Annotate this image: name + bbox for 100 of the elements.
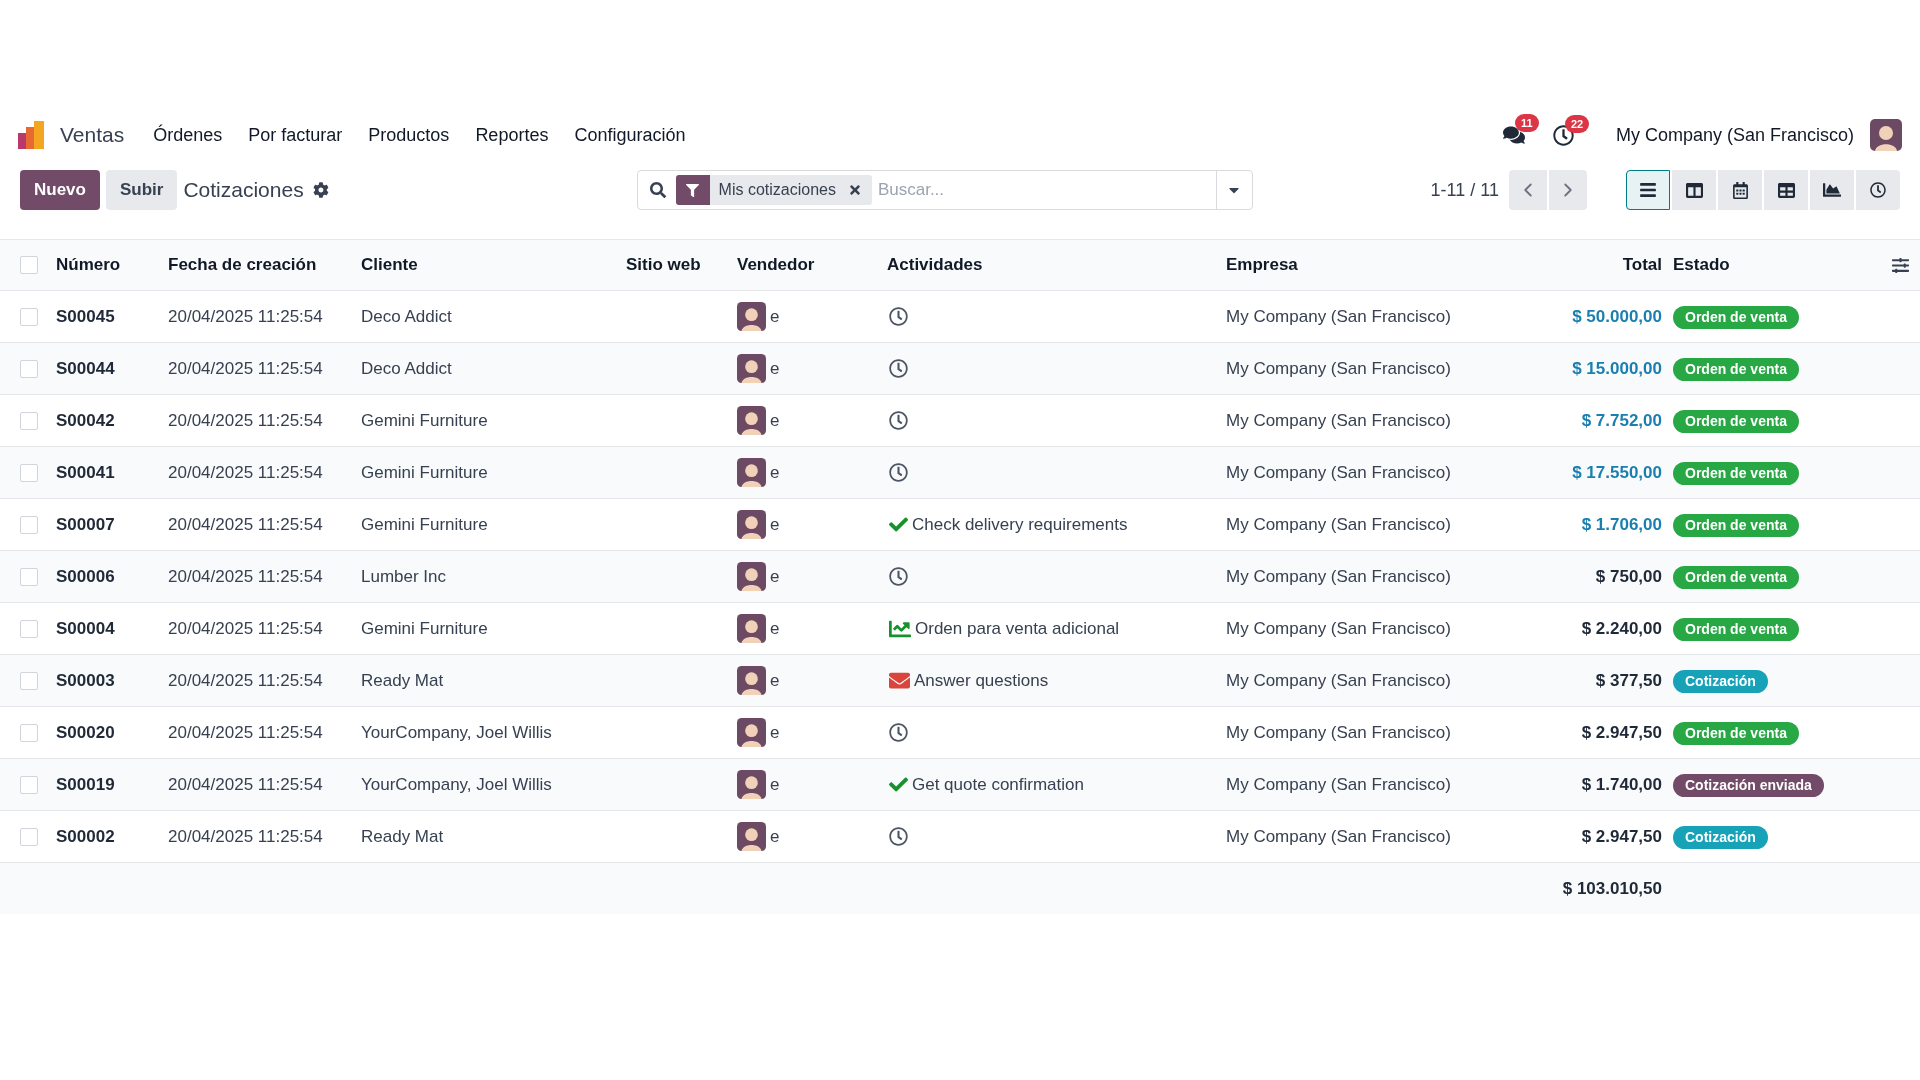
view-switcher-button[interactable] <box>1810 170 1854 210</box>
avatar <box>737 770 766 799</box>
status-badge: Orden de venta <box>1673 305 1799 329</box>
menu-item[interactable]: Reportes <box>462 121 562 149</box>
facet-label: Mis cotizaciones <box>718 180 836 200</box>
row-checkbox[interactable] <box>20 307 38 326</box>
clock-icon[interactable] <box>889 307 908 326</box>
row-checkbox[interactable] <box>20 723 38 742</box>
order-number: S00004 <box>56 618 115 638</box>
pager-value[interactable]: 1-11 / 11 <box>1430 176 1499 204</box>
row-checkbox[interactable] <box>20 671 38 690</box>
amount-total: $ 2.947,50 <box>1581 722 1662 742</box>
column-header[interactable]: Fecha de creación <box>168 255 317 275</box>
status-badge: Orden de venta <box>1673 461 1799 485</box>
amount-total: $ 17.550,00 <box>1572 462 1662 482</box>
column-header[interactable]: Total <box>1622 255 1662 275</box>
table-cell: Ready Mat <box>361 826 444 846</box>
notification-badge: 22 <box>1564 114 1590 133</box>
row-checkbox[interactable] <box>20 359 38 378</box>
menu-item[interactable]: Por facturar <box>235 121 356 149</box>
row-checkbox[interactable] <box>20 567 38 586</box>
column-header[interactable]: Estado <box>1673 255 1730 275</box>
table-cell: My Company (San Francisco) <box>1226 826 1451 846</box>
row-checkbox[interactable] <box>20 515 38 534</box>
column-header[interactable]: Cliente <box>361 255 418 275</box>
menu-item[interactable]: Órdenes <box>140 121 236 149</box>
clock-icon[interactable] <box>889 723 908 742</box>
menu-item[interactable]: Productos <box>355 121 463 149</box>
grand-total: $ 103.010,50 <box>1562 878 1662 898</box>
envelope-icon[interactable] <box>889 670 910 691</box>
area-chart-icon <box>1823 181 1841 199</box>
table-cell: 20/04/2025 11:25:54 <box>168 566 323 586</box>
row-checkbox[interactable] <box>20 619 38 638</box>
table-cell: Gemini Furniture <box>361 514 488 534</box>
salesperson-name: e <box>770 565 780 588</box>
row-checkbox[interactable] <box>20 411 38 430</box>
check-icon[interactable] <box>889 515 908 534</box>
app-name[interactable]: Ventas <box>60 119 125 151</box>
status-badge: Cotización <box>1673 825 1768 849</box>
row-checkbox[interactable] <box>20 463 38 482</box>
search-bar[interactable]: Mis cotizaciones Buscar... <box>636 170 1253 210</box>
search-icon[interactable] <box>649 182 666 198</box>
status-badge: Orden de venta <box>1673 513 1799 537</box>
grid-table-icon <box>1777 181 1795 199</box>
table-cell: YourCompany, Joel Willis <box>361 722 552 742</box>
view-switcher-button[interactable] <box>1626 170 1670 210</box>
salesperson-name: e <box>770 825 780 848</box>
avatar <box>737 302 766 331</box>
view-switcher-button[interactable] <box>1856 170 1900 210</box>
new-button[interactable]: Nuevo <box>20 170 100 210</box>
search-input[interactable]: Buscar... <box>877 177 1216 203</box>
clock-icon[interactable] <box>889 567 908 586</box>
calendar-icon <box>1731 181 1749 199</box>
select-all-checkbox[interactable] <box>20 256 38 274</box>
table-cell: Gemini Furniture <box>361 410 488 430</box>
salesperson-name: e <box>770 461 780 484</box>
amount-total: $ 2.240,00 <box>1581 618 1662 638</box>
column-header[interactable]: Vendedor <box>737 255 815 275</box>
clock-icon[interactable] <box>889 411 908 430</box>
column-header[interactable]: Sitio web <box>626 255 701 275</box>
filter-icon <box>686 183 700 197</box>
table-cell: YourCompany, Joel Willis <box>361 774 552 794</box>
table-cell: 20/04/2025 11:25:54 <box>168 462 323 482</box>
amount-total: $ 1.740,00 <box>1581 774 1662 794</box>
table-cell: 20/04/2025 11:25:54 <box>168 826 323 846</box>
clock-icon[interactable] <box>889 463 908 482</box>
clock-icon[interactable] <box>889 359 908 378</box>
view-switcher-button[interactable] <box>1764 170 1808 210</box>
filter-facet[interactable]: Mis cotizaciones <box>675 175 872 205</box>
avatar <box>737 614 766 643</box>
table-cell: My Company (San Francisco) <box>1226 670 1451 690</box>
avatar <box>1870 119 1902 151</box>
table-cell: Gemini Furniture <box>361 462 488 482</box>
table-cell: Deco Addict <box>361 358 452 378</box>
clock-icon[interactable] <box>889 827 908 846</box>
column-header[interactable]: Número <box>56 255 121 275</box>
column-header[interactable]: Empresa <box>1226 255 1298 275</box>
table-cell: My Company (San Francisco) <box>1226 566 1451 586</box>
menu-item[interactable]: Configuración <box>561 121 699 149</box>
status-badge: Orden de venta <box>1673 357 1799 381</box>
activity-summary: Get quote confirmation <box>912 773 1084 796</box>
avatar <box>737 822 766 851</box>
company-switcher[interactable]: My Company (San Francisco) <box>1615 121 1854 149</box>
settings-icon[interactable] <box>312 182 329 198</box>
column-header[interactable]: Actividades <box>887 255 983 275</box>
check-icon[interactable] <box>889 775 908 794</box>
order-number: S00006 <box>56 566 115 586</box>
kanban-view-icon <box>1685 181 1703 199</box>
upload-button[interactable]: Subir <box>105 170 178 210</box>
avatar <box>737 562 766 591</box>
table-cell: 20/04/2025 11:25:54 <box>168 774 323 794</box>
view-switcher-button[interactable] <box>1672 170 1716 210</box>
order-number: S00042 <box>56 410 115 430</box>
remove-icon[interactable] <box>847 183 862 197</box>
row-checkbox[interactable] <box>20 827 38 846</box>
salesperson-name: e <box>770 409 780 432</box>
row-checkbox[interactable] <box>20 775 38 794</box>
order-number: S00007 <box>56 514 115 534</box>
column-settings-icon[interactable] <box>1891 256 1909 274</box>
view-switcher-button[interactable] <box>1718 170 1762 210</box>
